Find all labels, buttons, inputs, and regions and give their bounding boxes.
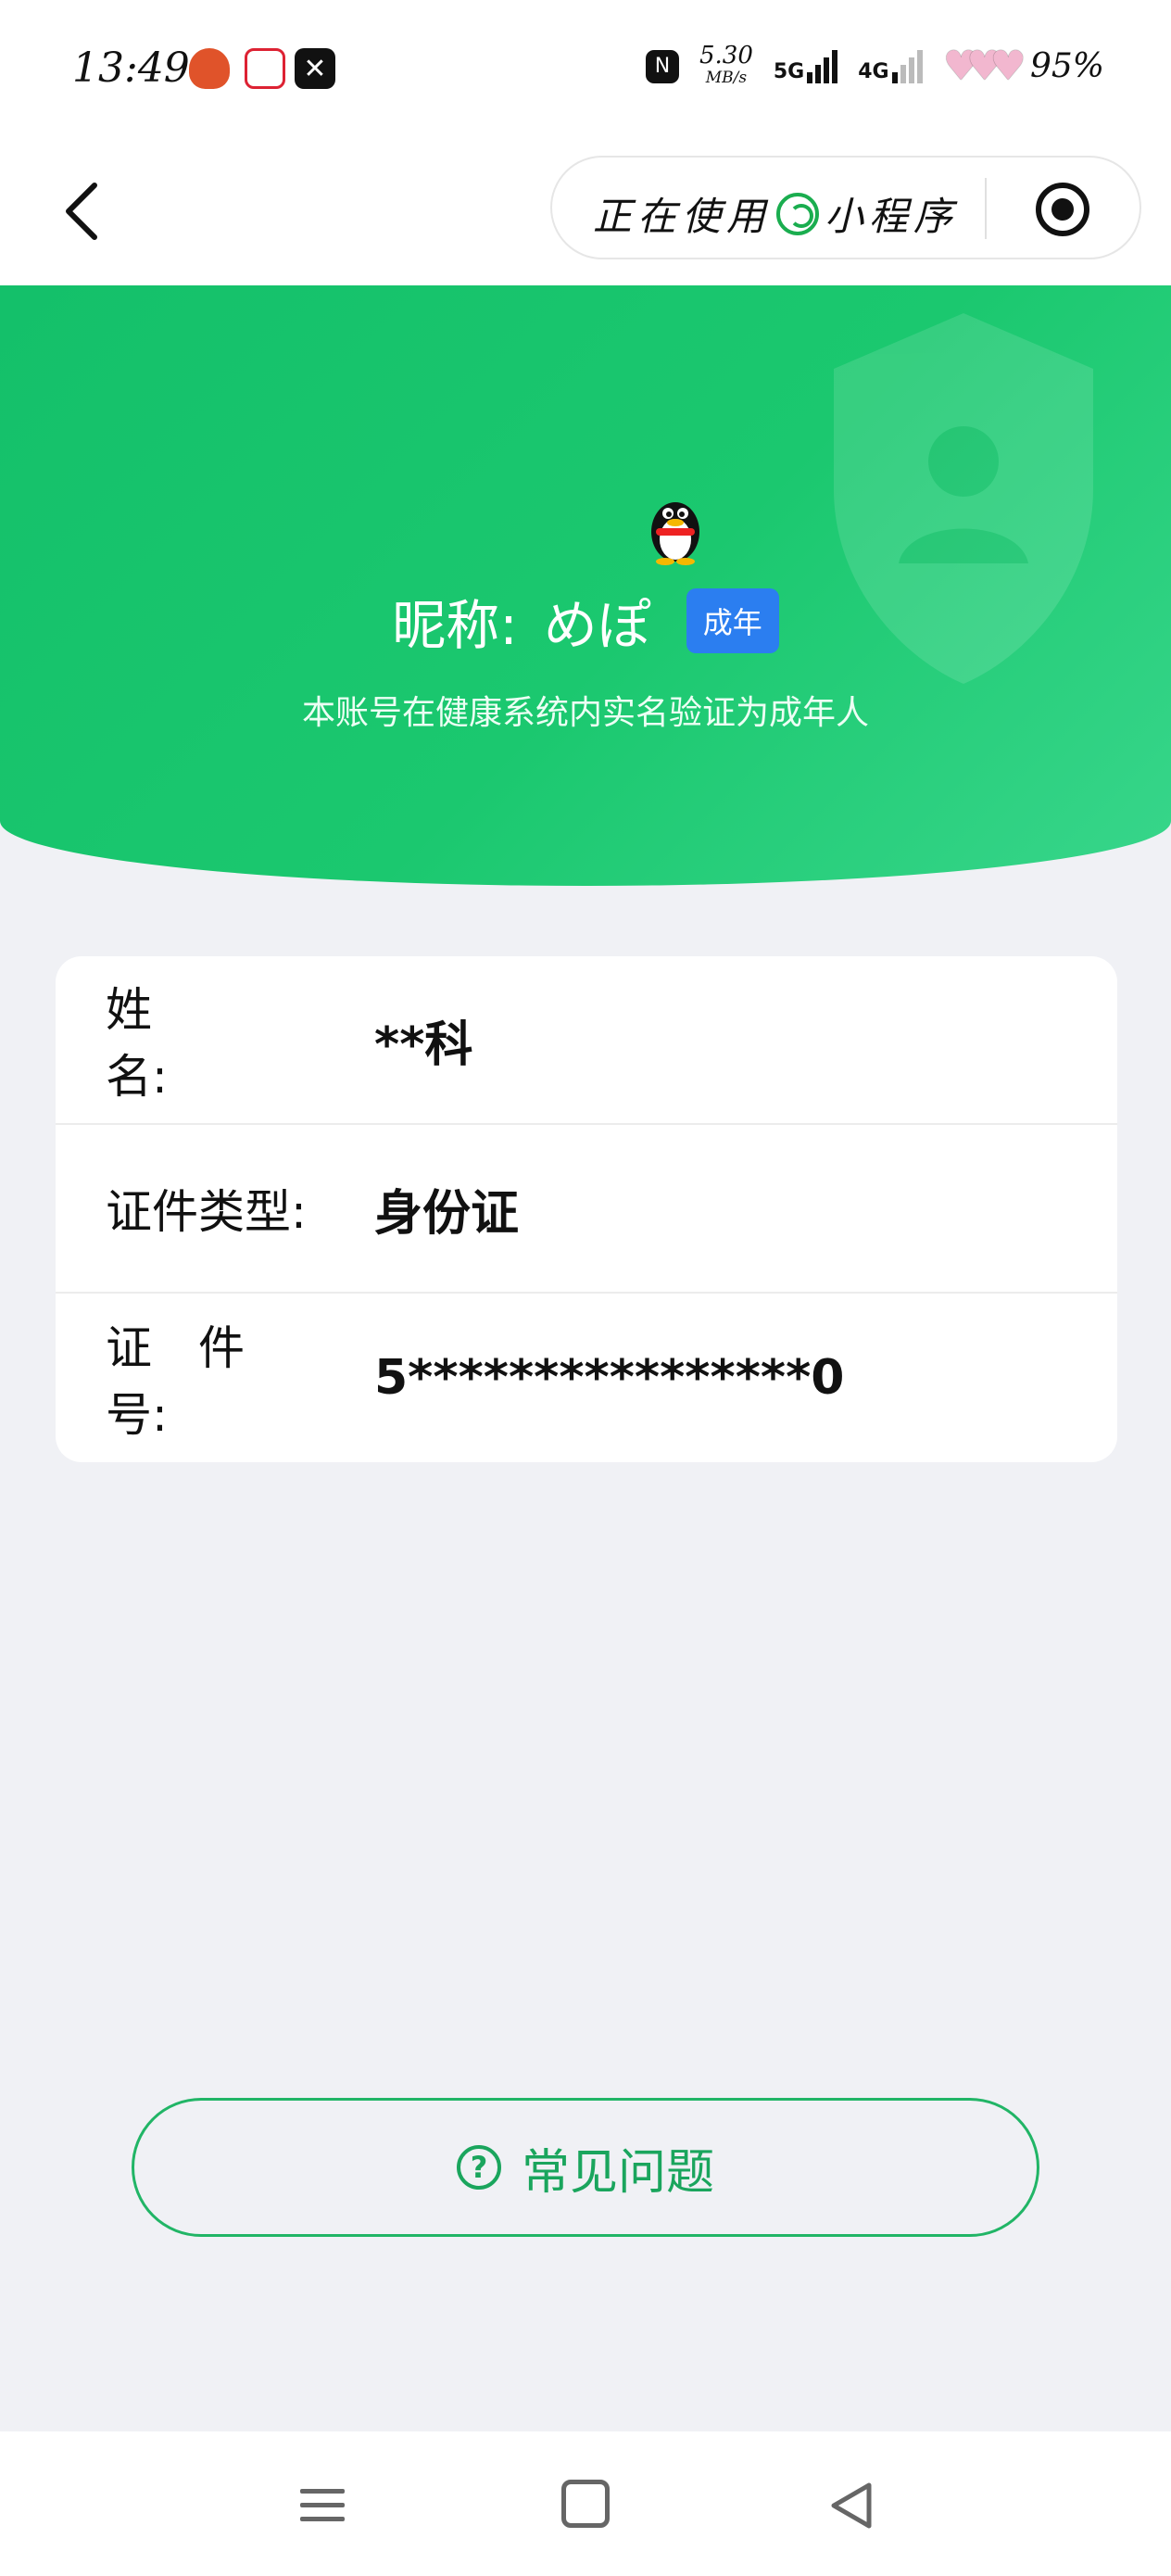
signal-5g-label: 5G (773, 59, 805, 83)
network-speed-value: 5.30 (699, 41, 753, 69)
status-bar: 13:49 ✕ N 5.30 MB/s 5G 4G ♥ ♥ ♥ 95% (0, 0, 1171, 139)
capcut-icon: ✕ (295, 48, 335, 89)
network-speed: 5.30 MB/s (699, 44, 753, 89)
name-value: **科 (374, 1017, 473, 1073)
signal-4g-icon: 4G (858, 49, 923, 83)
question-circle-icon: ? (456, 2145, 501, 2190)
nav-bar: 正在使用 小程序 (0, 139, 1171, 285)
verification-description: 本账号在健康系统内实名验证为成年人 (301, 694, 869, 732)
mini-program-icon (776, 192, 820, 235)
nfc-icon: N (645, 49, 679, 83)
menu-icon[interactable] (295, 2480, 350, 2532)
status-right: N 5.30 MB/s 5G 4G ♥ ♥ ♥ 95% (645, 43, 1104, 90)
id-type-value: 身份证 (374, 1185, 520, 1242)
id-type-label: 证件类型: (106, 1185, 307, 1239)
system-navigation-bar (0, 2431, 1171, 2576)
signal-4g-label: 4G (858, 59, 889, 83)
status-time: 13:49 (72, 44, 190, 92)
qq-penguin-avatar (651, 502, 699, 565)
name-label: 姓 名: (106, 983, 291, 1104)
capsule-suffix: 小程序 (825, 194, 959, 239)
info-row-id-type: 证件类型: 身份证 (56, 1125, 1117, 1294)
identity-info-card: 姓 名: **科 证件类型: 身份证 证 件 号: 5*************… (56, 956, 1117, 1462)
profile-header: 昵称: めぽ 成年 本账号在健康系统内实名验证为成年人 (0, 285, 1171, 886)
home-square-icon[interactable] (561, 2480, 610, 2528)
info-row-name: 姓 名: **科 (56, 956, 1117, 1125)
battery-indicator: ♥ ♥ ♥ 95% (943, 43, 1104, 90)
battery-percent: 95% (1029, 47, 1104, 85)
back-triangle-icon[interactable] (828, 2480, 884, 2532)
signal-5g-icon: 5G (773, 49, 838, 83)
id-number-value: 5****************0 (374, 1350, 845, 1406)
nickname-row: 昵称: めぽ 成年 (0, 582, 1171, 660)
nickname-value: めぽ (543, 594, 651, 657)
id-number-label: 证 件 号: (106, 1321, 291, 1442)
capsule-prefix: 正在使用 (593, 194, 772, 239)
info-label: 姓 名: (106, 973, 346, 1106)
nickname-label: 昵称: (392, 594, 518, 657)
app-notification-icon-1 (189, 48, 230, 89)
mini-program-capsule: 正在使用 小程序 (550, 156, 1141, 259)
app-notification-icon-2 (245, 48, 285, 89)
network-speed-unit: MB/s (705, 68, 748, 87)
info-label: 证 件 号: (106, 1311, 346, 1445)
adult-badge: 成年 (686, 588, 779, 653)
capsule-divider (985, 178, 987, 239)
info-label: 证件类型: (106, 1175, 346, 1242)
capsule-label[interactable]: 正在使用 小程序 (593, 185, 958, 242)
faq-label: 常见问题 (521, 2144, 714, 2201)
close-mini-program-icon[interactable] (1036, 183, 1089, 236)
faq-button[interactable]: ? 常见问题 (132, 2098, 1039, 2237)
heart-battery-icon: ♥ ♥ ♥ (942, 43, 1026, 90)
back-arrow-icon[interactable] (54, 182, 109, 241)
info-row-id-number: 证 件 号: 5****************0 (56, 1294, 1117, 1462)
